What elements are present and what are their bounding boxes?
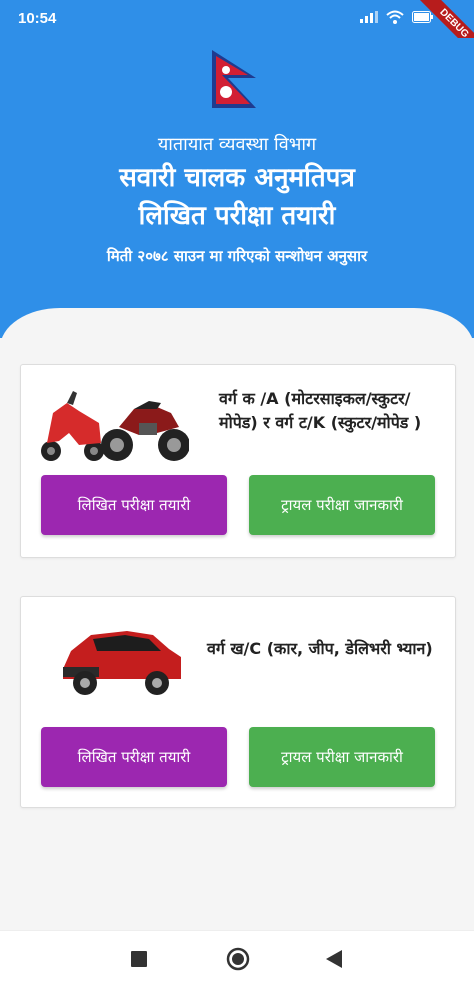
category-label: वर्ग क /A (मोटरसाइकल/स्कुटर/मोपेड) र वर्… (219, 389, 422, 432)
trial-test-button[interactable]: ट्रायल परीक्षा जानकारी (249, 475, 435, 535)
category-card-motorcycle: वर्ग क /A (मोटरसाइकल/स्कुटर/मोपेड) र वर्… (20, 364, 456, 558)
motorcycle-scooter-image (41, 391, 189, 461)
app-title-line1: सवारी चालक अनुमतिपत्र (119, 163, 355, 193)
system-nav-bar (0, 930, 474, 987)
back-triangle-icon[interactable] (326, 950, 342, 968)
clock: 10:54 (18, 10, 57, 27)
trial-test-button[interactable]: ट्रायल परीक्षा जानकारी (249, 727, 435, 787)
department-name: यातायात व्यवस्था विभाग (157, 134, 317, 155)
car-image (63, 631, 181, 695)
nepal-flag-icon (212, 50, 256, 108)
status-icons (360, 10, 434, 24)
revision-note: मिती २०७८ साउन मा गरिएको सन्शोधन अनुसार (106, 247, 368, 265)
home-circle-icon[interactable] (226, 947, 250, 971)
status-bar: 10:54 DEBUG (0, 0, 474, 63)
category-card-car: वर्ग ख/C (कार, जीप, डेलिभरी भ्यान) लिखित… (20, 596, 456, 808)
category-label: वर्ग ख/C (कार, जीप, डेलिभरी भ्यान) (207, 639, 433, 658)
recents-square-icon[interactable] (131, 951, 147, 967)
content-background (0, 308, 474, 368)
written-test-button[interactable]: लिखित परीक्षा तयारी (41, 475, 227, 535)
battery-icon (412, 11, 433, 23)
written-test-button[interactable]: लिखित परीक्षा तयारी (41, 727, 227, 787)
wifi-icon (386, 10, 404, 24)
app-title-line2: लिखित परीक्षा तयारी (138, 201, 336, 231)
signal-icon (360, 11, 378, 23)
